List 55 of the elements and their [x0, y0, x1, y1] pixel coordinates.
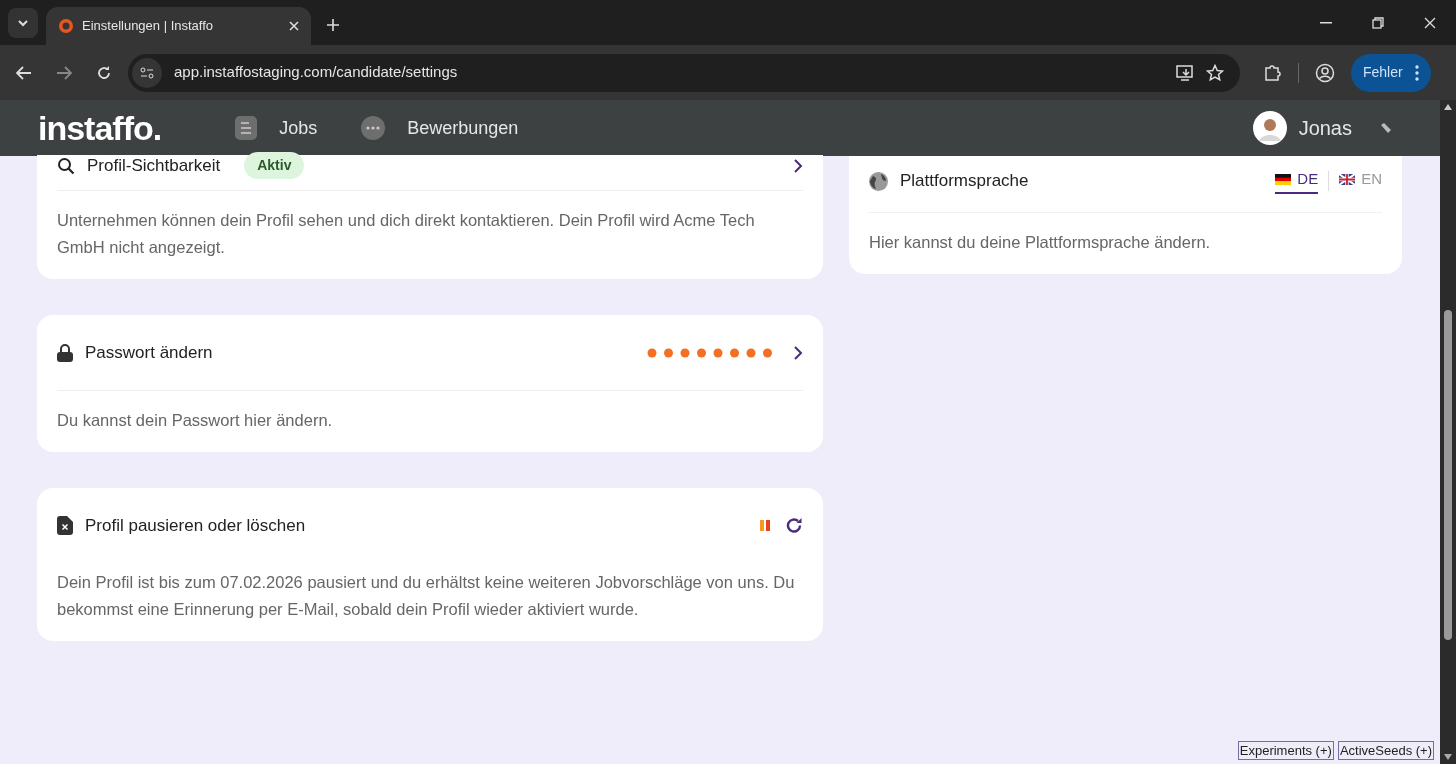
close-icon[interactable]: [1424, 17, 1436, 29]
restore-icon[interactable]: [1372, 17, 1384, 29]
url-text: app.instaffostaging.com/candidate/settings: [174, 62, 459, 83]
scroll-thumb[interactable]: [1444, 310, 1452, 640]
card-description: Hier kannst du deine Plattformsprache ändern.: [869, 232, 1212, 253]
caret-down-icon[interactable]: [17, 19, 29, 27]
debug-button[interactable]: ActiveSeeds (+): [1337, 741, 1434, 760]
close-icon[interactable]: [289, 21, 299, 31]
back-icon[interactable]: [16, 65, 32, 80]
scrollbar[interactable]: [1440, 100, 1456, 764]
nav-link[interactable]: Bewerbungen: [361, 114, 519, 142]
card-title: Passwort ändern: [85, 341, 213, 364]
status-badge: Aktiv: [244, 152, 305, 179]
browser-tab[interactable]: Einstellungen | Instaffo: [46, 7, 311, 45]
nav-link[interactable]: Jobs: [235, 114, 318, 142]
card-description: Du kannst dein Passwort hier ändern.: [57, 410, 334, 431]
chat-bubble-icon: [361, 116, 386, 140]
chevron-right-icon[interactable]: [793, 157, 803, 174]
account-icon[interactable]: [1315, 62, 1335, 83]
address-bar[interactable]: app.instaffostaging.com/candidate/settings: [128, 53, 1240, 92]
minimize-icon[interactable]: [1320, 22, 1332, 24]
document-icon: [235, 116, 258, 140]
install-icon[interactable]: [1176, 64, 1194, 81]
user-name[interactable]: Jonas: [1298, 113, 1352, 143]
lock-icon: [57, 343, 73, 362]
german-flag-icon: [1275, 173, 1292, 185]
avatar[interactable]: [1252, 111, 1287, 145]
card-title: Profil-Sichtbarkeit: [87, 154, 221, 177]
site-settings-icon[interactable]: [132, 57, 162, 88]
forward-icon[interactable]: [56, 65, 72, 80]
profile-error-button[interactable]: Fehler: [1351, 53, 1431, 92]
star-icon[interactable]: [1206, 63, 1224, 82]
card-title: Profil pausieren oder löschen: [85, 514, 306, 537]
tab-list-button[interactable]: [8, 8, 38, 38]
new-tab-icon[interactable]: [327, 19, 339, 31]
globe-icon: [869, 171, 888, 191]
reload-icon[interactable]: [96, 64, 112, 81]
site-logo-icon: [58, 18, 74, 34]
card-description: Unternehmen können dein Profil sehen und dich direkt kontaktieren. Dein Profil wird Acme Tech GmbH nicht angezeigt.: [57, 210, 756, 258]
uk-flag-icon: [1339, 173, 1356, 185]
puzzle-icon[interactable]: [1264, 63, 1282, 82]
chevron-right-icon[interactable]: [793, 344, 803, 361]
file-delete-icon: [57, 516, 73, 535]
pause-icon[interactable]: [760, 520, 770, 531]
debug-button[interactable]: Experiments (+): [1237, 741, 1334, 760]
language-tab[interactable]: DE: [1275, 167, 1319, 195]
tab-title: Einstellungen | Instaffo: [82, 17, 215, 36]
scroll-down-icon[interactable]: [1444, 754, 1452, 760]
card-title: Plattformsprache: [900, 170, 1029, 193]
scroll-up-icon[interactable]: [1444, 104, 1452, 110]
search-icon: [57, 156, 75, 175]
logo[interactable]: instaffo.: [38, 102, 162, 154]
card-description: Dein Profil ist bis zum 07.02.2026 pausiert und du erhältst keine weiteren Jobvorschläge von uns. Du bekommst eine Erinnerung per E-Mail, sobald dein Profil wieder aktiviert wurde.: [57, 572, 796, 620]
more-icon[interactable]: [1414, 64, 1419, 81]
refresh-icon[interactable]: [786, 517, 803, 534]
